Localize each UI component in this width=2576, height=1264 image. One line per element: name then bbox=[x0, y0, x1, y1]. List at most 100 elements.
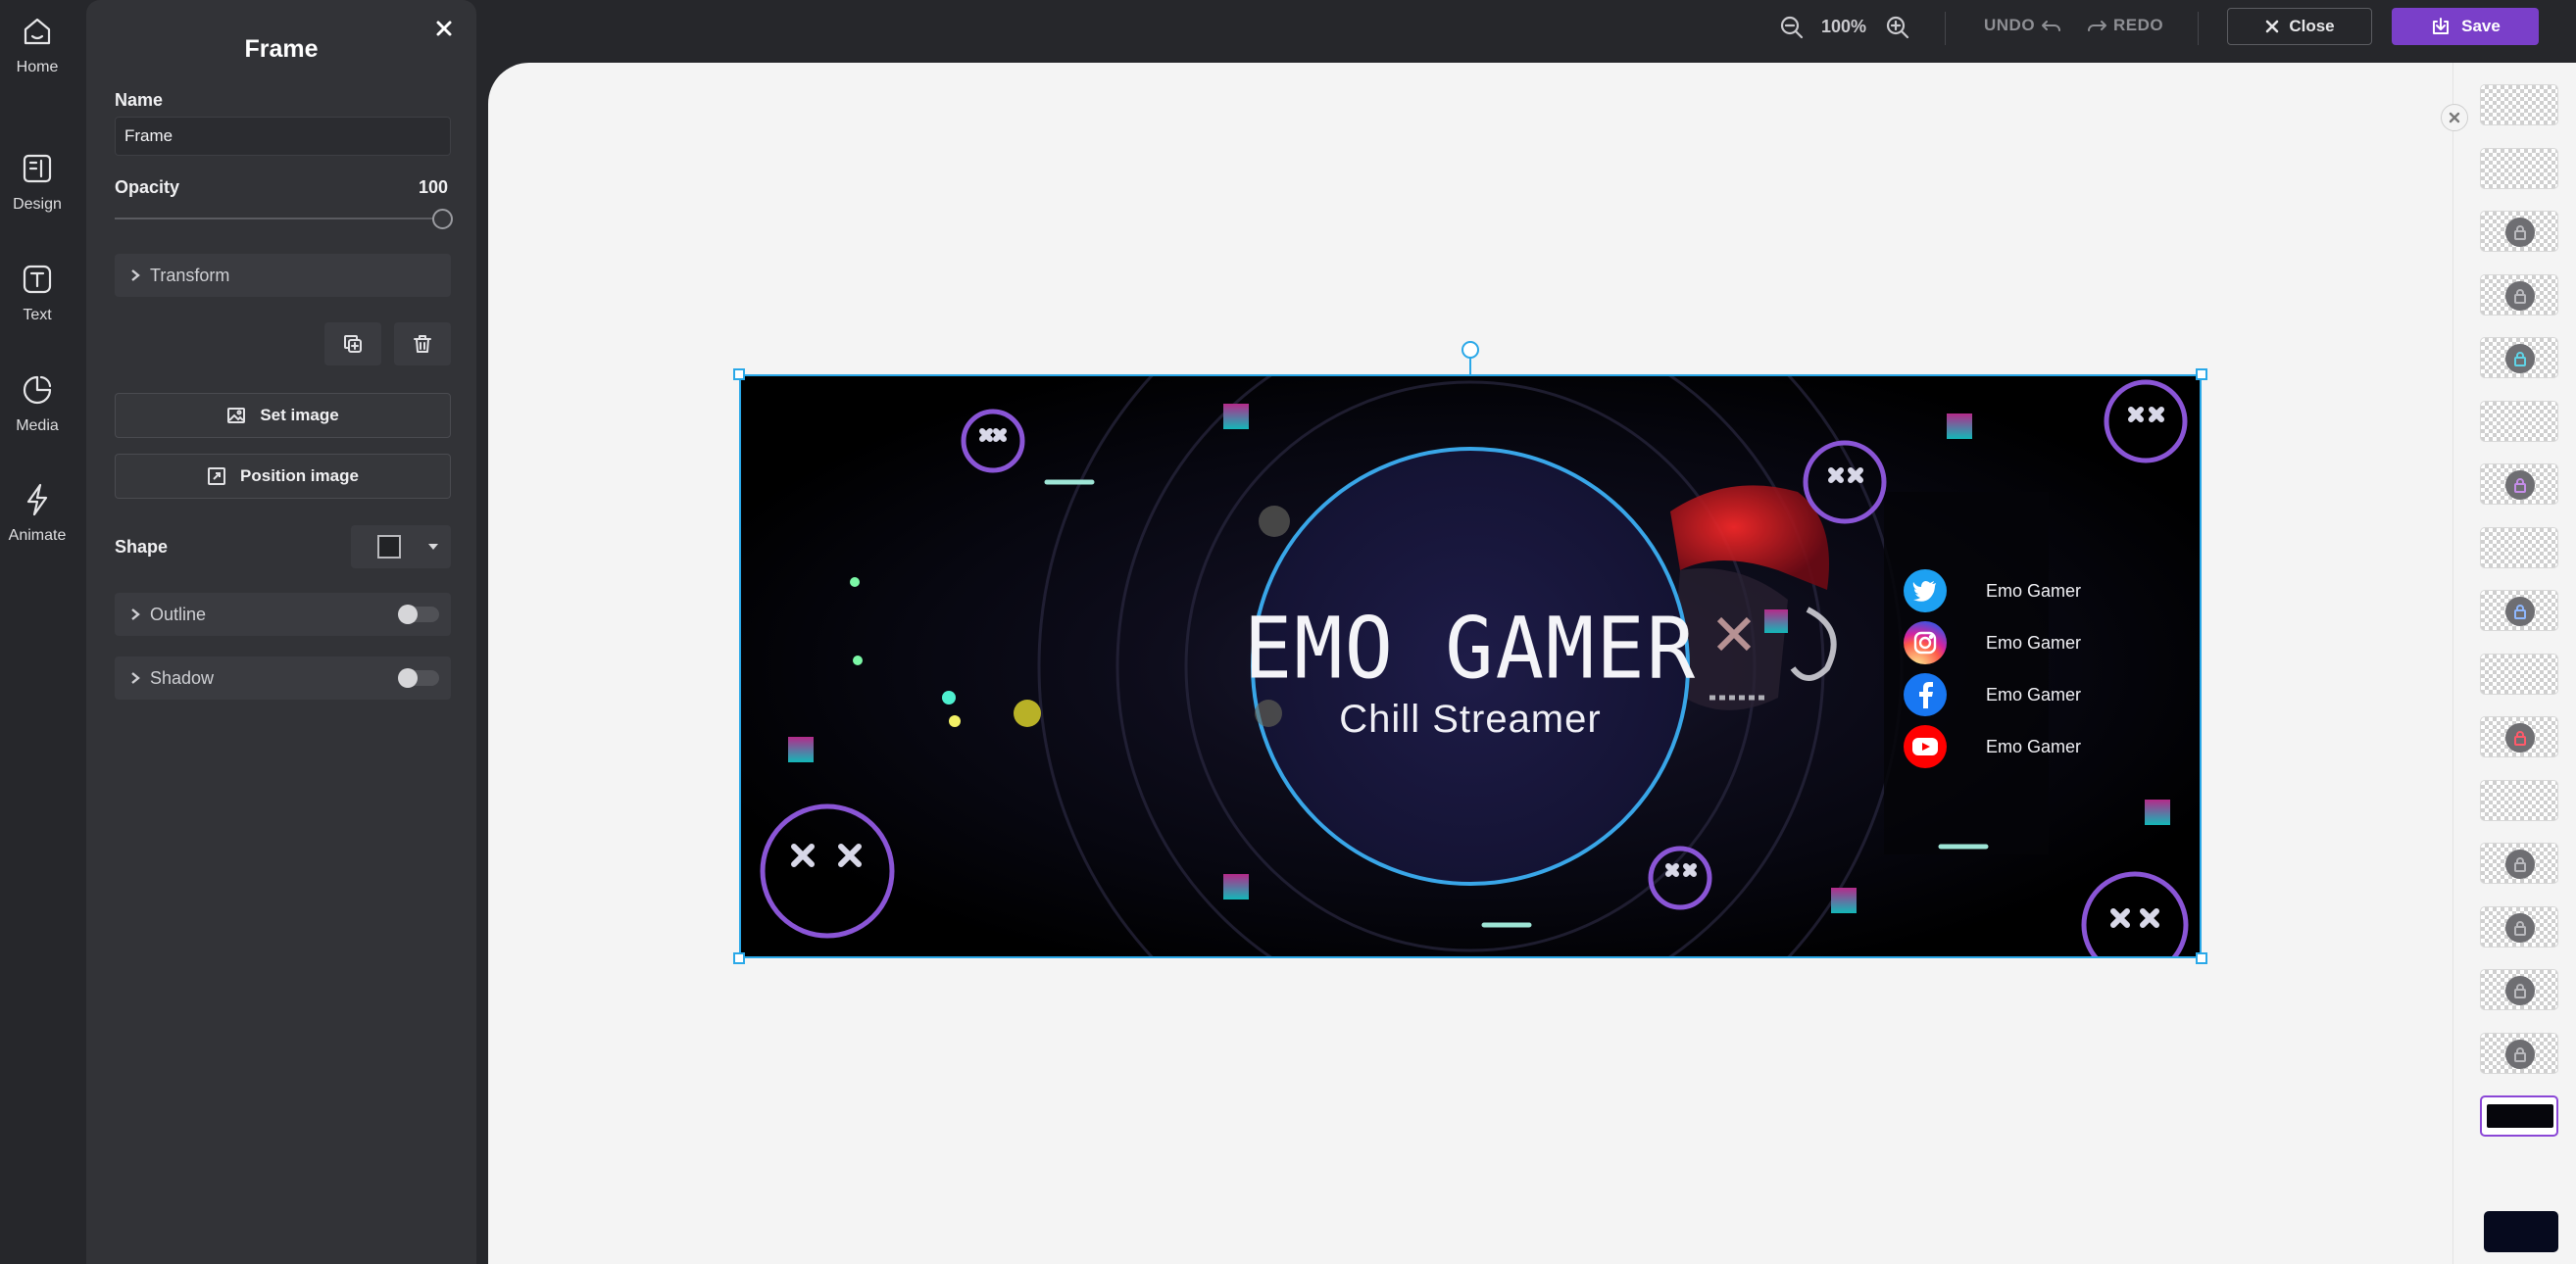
rail-media[interactable]: Media bbox=[0, 359, 74, 447]
layer-thumbnail[interactable] bbox=[2480, 337, 2558, 378]
rail-text-label: Text bbox=[23, 307, 51, 324]
resize-handle-top-left[interactable] bbox=[733, 368, 745, 380]
undo-button[interactable]: UNDO bbox=[1984, 16, 2062, 35]
resize-handle-bottom-right[interactable] bbox=[2196, 952, 2207, 964]
panel-title: Frame bbox=[86, 35, 476, 64]
shadow-accordion[interactable]: Shadow bbox=[115, 656, 451, 700]
rail-text[interactable]: Text bbox=[0, 248, 74, 336]
banner-title[interactable]: EMO GAMER bbox=[1229, 608, 1711, 692]
toggle-knob bbox=[398, 668, 418, 688]
layer-thumbnail[interactable] bbox=[2480, 843, 2558, 884]
rail-media-label: Media bbox=[16, 417, 59, 435]
redo-button[interactable]: REDO bbox=[2086, 16, 2163, 35]
rail-design-label: Design bbox=[13, 196, 62, 214]
media-icon bbox=[18, 370, 57, 410]
transform-label: Transform bbox=[150, 266, 229, 286]
opacity-slider-thumb[interactable] bbox=[432, 209, 453, 229]
lock-icon bbox=[2505, 913, 2535, 943]
banner-frame[interactable]: EMO GAMER Chill Streamer Emo Gamer Emo G… bbox=[739, 374, 2202, 958]
close-icon bbox=[2449, 112, 2460, 123]
delete-button[interactable] bbox=[394, 322, 451, 365]
twitter-icon bbox=[1904, 569, 1947, 612]
social-row-instagram[interactable]: Emo Gamer bbox=[1904, 620, 2119, 665]
rotation-handle[interactable] bbox=[1461, 341, 1479, 359]
opacity-value: 100 bbox=[419, 177, 448, 198]
banner-preview bbox=[2487, 1104, 2553, 1128]
lock-icon bbox=[2505, 976, 2535, 1005]
layer-thumbnail[interactable] bbox=[2480, 590, 2558, 631]
save-label: Save bbox=[2461, 17, 2501, 36]
layers-close-button[interactable] bbox=[2441, 104, 2468, 131]
download-icon bbox=[2430, 16, 2452, 37]
close-icon bbox=[2264, 19, 2280, 34]
facebook-handle: Emo Gamer bbox=[1986, 685, 2081, 705]
zoom-out-button[interactable] bbox=[1778, 14, 1806, 41]
layer-thumbnail[interactable] bbox=[2480, 84, 2558, 125]
resize-handle-top-right[interactable] bbox=[2196, 368, 2207, 380]
lock-icon bbox=[2505, 597, 2535, 626]
set-image-button[interactable]: Set image bbox=[115, 393, 451, 438]
shadow-toggle[interactable] bbox=[400, 670, 439, 686]
set-image-label: Set image bbox=[260, 406, 338, 425]
layer-thumbnail[interactable] bbox=[2480, 906, 2558, 948]
rail-home-label: Home bbox=[17, 59, 59, 76]
layer-thumbnail[interactable] bbox=[2480, 148, 2558, 189]
chevron-right-icon bbox=[128, 268, 142, 282]
rail-animate[interactable]: Animate bbox=[0, 468, 74, 557]
rail-design[interactable]: Design bbox=[0, 137, 74, 225]
opacity-label: Opacity bbox=[115, 177, 179, 198]
shadow-label: Shadow bbox=[150, 668, 214, 689]
lock-icon bbox=[2505, 723, 2535, 753]
duplicate-icon bbox=[341, 332, 365, 356]
close-label: Close bbox=[2289, 17, 2334, 36]
layer-thumbnail[interactable] bbox=[2480, 780, 2558, 821]
social-row-youtube[interactable]: Emo Gamer bbox=[1904, 724, 2119, 769]
lock-icon bbox=[2505, 281, 2535, 311]
layer-thumbnail[interactable] bbox=[2480, 211, 2558, 252]
toolbar-divider bbox=[1945, 12, 1946, 45]
position-image-label: Position image bbox=[240, 466, 359, 486]
name-input[interactable] bbox=[115, 117, 451, 156]
layer-thumbnail[interactable] bbox=[2480, 716, 2558, 757]
opacity-slider-track[interactable] bbox=[115, 218, 442, 219]
outline-accordion[interactable]: Outline bbox=[115, 593, 451, 636]
layer-thumbnail[interactable] bbox=[2480, 274, 2558, 316]
top-toolbar: 100% UNDO REDO Close Save bbox=[476, 0, 2576, 63]
layer-thumbnail[interactable] bbox=[2480, 401, 2558, 442]
image-icon bbox=[226, 406, 246, 425]
left-rail: Home Design Text Media Animate bbox=[0, 0, 86, 1264]
lock-icon bbox=[2505, 344, 2535, 373]
shape-picker[interactable] bbox=[351, 525, 451, 568]
zoom-in-button[interactable] bbox=[1884, 14, 1911, 41]
square-shape-icon bbox=[377, 535, 401, 559]
layer-thumbnail[interactable] bbox=[2480, 1095, 2558, 1137]
facebook-icon bbox=[1904, 673, 1947, 716]
instagram-icon bbox=[1904, 621, 1947, 664]
rail-home[interactable]: Home bbox=[0, 0, 74, 88]
zoom-in-icon bbox=[1884, 14, 1911, 41]
banner-subtitle[interactable]: Chill Streamer bbox=[1229, 698, 1711, 742]
redo-label: REDO bbox=[2113, 16, 2163, 35]
layer-thumbnail[interactable] bbox=[2480, 463, 2558, 505]
outline-toggle[interactable] bbox=[400, 607, 439, 622]
social-row-twitter[interactable]: Emo Gamer bbox=[1904, 568, 2119, 613]
social-row-facebook[interactable]: Emo Gamer bbox=[1904, 672, 2119, 717]
panel-close-button[interactable] bbox=[431, 16, 457, 41]
resize-handle-bottom-left[interactable] bbox=[733, 952, 745, 964]
duplicate-button[interactable] bbox=[324, 322, 381, 365]
transform-accordion[interactable]: Transform bbox=[115, 254, 451, 297]
position-image-button[interactable]: Position image bbox=[115, 454, 451, 499]
layer-thumbnail[interactable] bbox=[2480, 1033, 2558, 1074]
close-button[interactable]: Close bbox=[2227, 8, 2372, 45]
toggle-knob bbox=[398, 605, 418, 624]
rail-animate-label: Animate bbox=[9, 527, 67, 545]
layer-thumbnail[interactable] bbox=[2480, 527, 2558, 568]
home-icon bbox=[18, 12, 57, 51]
lock-icon bbox=[2505, 850, 2535, 879]
save-button[interactable]: Save bbox=[2392, 8, 2539, 45]
layer-thumbnail[interactable] bbox=[2480, 969, 2558, 1010]
layer-thumbnail[interactable] bbox=[2480, 654, 2558, 695]
zoom-level[interactable]: 100% bbox=[1821, 17, 1866, 37]
close-icon bbox=[434, 19, 454, 38]
background-color-swatch[interactable] bbox=[2484, 1211, 2558, 1252]
